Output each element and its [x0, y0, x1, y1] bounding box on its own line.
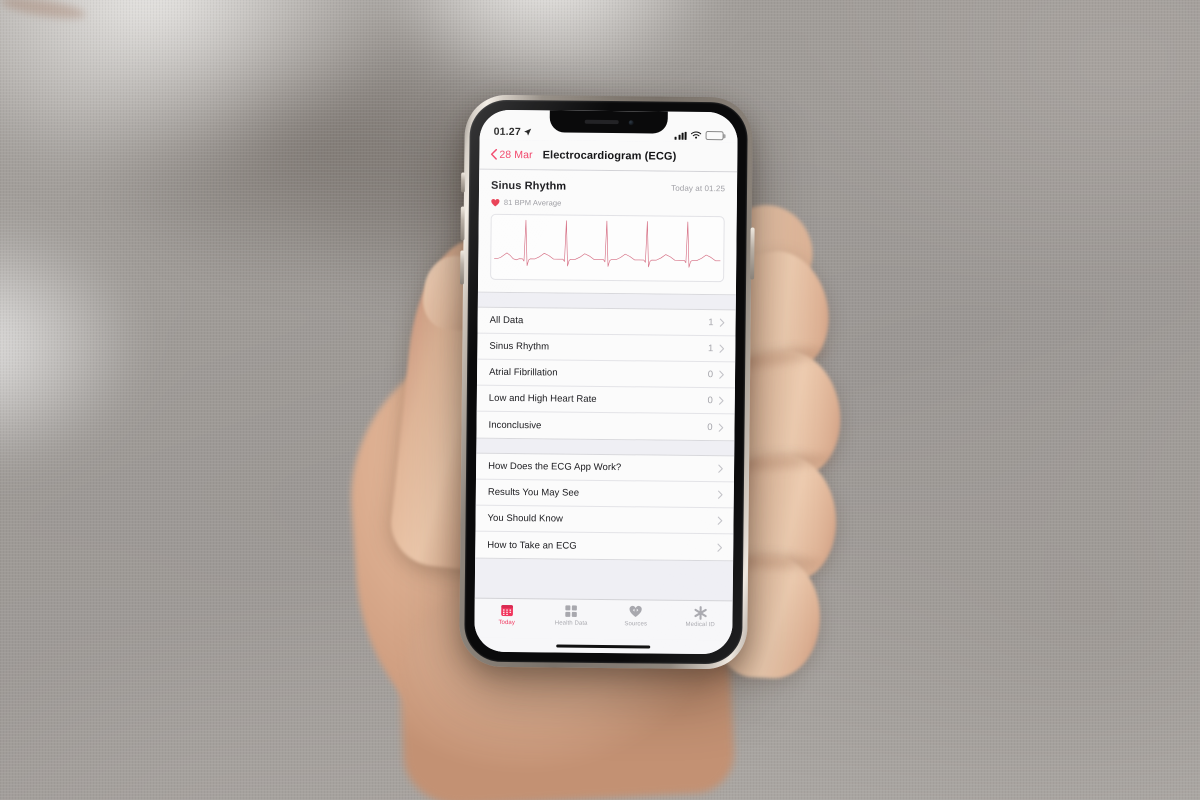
mute-switch[interactable]: [460, 172, 466, 193]
row-count: 0: [707, 421, 713, 433]
tab-label: Health Data: [554, 620, 588, 627]
battery-icon: [705, 131, 724, 140]
chevron-left-icon: [490, 148, 498, 160]
heart-arrows-icon: [629, 604, 643, 619]
ecg-result-timestamp: Today at 01.25: [671, 183, 726, 194]
wifi-icon: [690, 131, 702, 139]
list-item[interactable]: You Should Know: [475, 505, 734, 535]
row-label: How Does the ECG App Work?: [488, 460, 622, 474]
thumb-crease: [0, 0, 87, 23]
chevron-right-icon: [718, 423, 724, 432]
list-item[interactable]: Results You May See: [475, 479, 734, 509]
row-label: Inconclusive: [488, 419, 542, 431]
tab-today[interactable]: Today: [474, 603, 539, 627]
row-label: Atrial Fibrillation: [489, 366, 558, 379]
chevron-right-icon: [719, 344, 725, 353]
table-row[interactable]: Sinus Rhythm 1: [477, 333, 736, 363]
chevron-right-icon: [719, 370, 724, 379]
table-row[interactable]: Inconclusive 0: [476, 412, 734, 441]
ecg-info-list: How Does the ECG App Work? Results You M…: [475, 452, 735, 562]
grid-icon: [565, 604, 578, 619]
row-label: Sinus Rhythm: [489, 340, 550, 353]
bpm-row: 81 BPM Average: [491, 198, 725, 209]
row-count: 1: [708, 343, 714, 355]
section-gap: [474, 558, 734, 576]
table-row[interactable]: All Data 1: [477, 307, 736, 337]
row-count: 1: [708, 317, 714, 329]
asterisk-icon: [693, 605, 707, 620]
row-label: You Should Know: [487, 512, 564, 525]
row-label: All Data: [489, 314, 524, 327]
tab-bar: Today Health Data Sources Medical ID: [474, 597, 733, 641]
status-bar-right: [674, 131, 724, 141]
row-count: 0: [707, 369, 714, 381]
page-title: Electrocardiogram (ECG): [542, 148, 677, 163]
list-item[interactable]: How Does the ECG App Work?: [475, 453, 735, 483]
status-bar-left: 01.27: [494, 126, 532, 138]
row-label: Results You May See: [487, 486, 580, 499]
row-label: Low and High Heart Rate: [488, 392, 597, 405]
chevron-right-icon: [718, 396, 724, 405]
ecg-result-card[interactable]: Sinus Rhythm Today at 01.25 81 BPM Avera…: [477, 169, 738, 296]
power-button[interactable]: [750, 227, 755, 280]
cellular-signal-icon: [674, 131, 687, 140]
earpiece-speaker-icon: [584, 119, 619, 124]
list-item[interactable]: How to Take an ECG: [475, 532, 733, 561]
tab-medical-id[interactable]: Medical ID: [668, 605, 733, 629]
ecg-result-title: Sinus Rhythm: [490, 179, 567, 193]
screen: 01.27 28 Mar Electrocardiogram (ECG) Sin…: [474, 109, 738, 655]
navigation-bar: 28 Mar Electrocardiogram (ECG): [479, 139, 738, 173]
location-arrow-icon: [524, 128, 532, 136]
ecg-card-header: Sinus Rhythm Today at 01.25: [491, 180, 725, 194]
row-label: How to Take an ECG: [487, 539, 577, 552]
tab-label: Sources: [624, 621, 648, 628]
front-camera-icon: [628, 119, 634, 125]
calendar-icon: [500, 603, 513, 618]
ecg-data-list: All Data 1 Sinus Rhythm 1 Atrial Fibrill…: [476, 306, 736, 442]
volume-down-button[interactable]: [460, 250, 465, 285]
tab-label: Medical ID: [685, 621, 715, 629]
row-count: 0: [707, 395, 713, 407]
notch: [549, 110, 668, 134]
home-indicator-area: [474, 637, 733, 655]
back-button[interactable]: 28 Mar: [490, 148, 533, 161]
chevron-right-icon: [717, 543, 723, 552]
back-button-label: 28 Mar: [499, 148, 533, 161]
table-row[interactable]: Low and High Heart Rate 0: [476, 385, 735, 415]
iphone-device: 01.27 28 Mar Electrocardiogram (ECG) Sin…: [459, 94, 755, 670]
chevron-right-icon: [718, 464, 723, 473]
tab-label: Today: [498, 619, 516, 627]
chevron-right-icon: [717, 516, 723, 525]
chevron-right-icon: [719, 318, 725, 327]
bpm-average-label: 81 BPM Average: [503, 197, 562, 208]
table-row[interactable]: Atrial Fibrillation 0: [476, 359, 736, 389]
home-indicator[interactable]: [556, 643, 651, 648]
clock-label: 01.27: [493, 125, 521, 139]
device-bezel: 01.27 28 Mar Electrocardiogram (ECG) Sin…: [464, 99, 748, 665]
tab-sources[interactable]: Sources: [603, 604, 668, 628]
tab-health-data[interactable]: Health Data: [539, 603, 604, 627]
content-scroll-area[interactable]: Sinus Rhythm Today at 01.25 81 BPM Avera…: [474, 169, 738, 601]
ecg-waveform-chart[interactable]: [490, 213, 725, 283]
ecg-trace: [491, 215, 724, 281]
volume-up-button[interactable]: [460, 206, 465, 241]
heart-icon: [491, 198, 500, 206]
chevron-right-icon: [717, 490, 723, 499]
